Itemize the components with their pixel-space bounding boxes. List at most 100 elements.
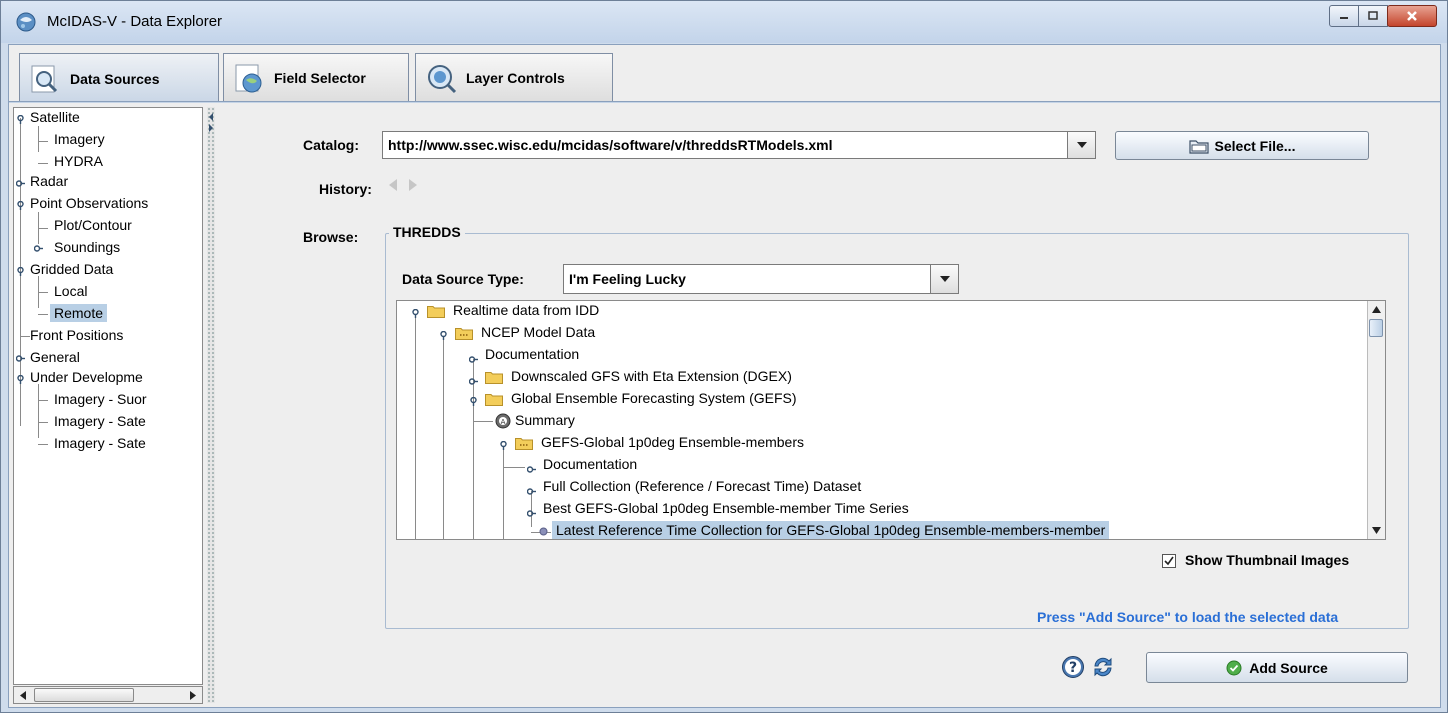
tab-label: Layer Controls (466, 69, 565, 86)
tree-connector (473, 359, 474, 539)
tab-field-selector[interactable]: Field Selector (223, 53, 409, 101)
tree-node-ncep-model-data[interactable]: NCEP Model Data (481, 323, 595, 341)
tree-expanded-handle-icon[interactable] (16, 267, 25, 276)
tree-connector (38, 228, 48, 229)
tree-connector (38, 292, 48, 293)
tree-collapsed-handle-icon[interactable] (34, 244, 43, 253)
tree-collapsed-handle-icon[interactable] (527, 487, 536, 496)
maximize-icon (1368, 11, 1378, 20)
tree-collapsed-handle-icon[interactable] (16, 179, 25, 188)
tree-expanded-handle-icon[interactable] (439, 331, 448, 340)
tree-node-gefs-ensemble-members[interactable]: GEFS-Global 1p0deg Ensemble-members (541, 433, 804, 451)
tree-node-gefs-documentation[interactable]: Documentation (543, 455, 637, 473)
catalog-folder-icon (515, 438, 533, 450)
tree-node-latest-reference-time[interactable]: Latest Reference Time Collection for GEF… (552, 521, 1110, 539)
mcidas-app-icon (16, 12, 36, 32)
tree-collapsed-handle-icon[interactable] (469, 355, 478, 364)
select-file-label: Select File... (1214, 137, 1296, 154)
tree-item-point-observations[interactable]: Point Observations (30, 194, 148, 212)
data-source-type-dropdown-button[interactable] (930, 265, 958, 293)
data-source-type-combobox[interactable]: I'm Feeling Lucky (563, 264, 959, 294)
maximize-button[interactable] (1358, 5, 1388, 27)
tree-item-front-positions[interactable]: Front Positions (30, 326, 123, 344)
tree-item-remote[interactable]: Remote (50, 304, 108, 322)
help-icon[interactable]: ? (1061, 655, 1085, 679)
tree-node-full-collection[interactable]: Full Collection (Reference / Forecast Ti… (543, 477, 861, 495)
magnifier-globe-icon (428, 64, 457, 93)
tree-item-radar[interactable]: Radar (30, 172, 68, 190)
tree-connector (20, 336, 30, 337)
title-bar[interactable]: McIDAS-V - Data Explorer (1, 1, 1447, 43)
summary-info-icon: A (495, 413, 511, 429)
tree-item-satellite[interactable]: Satellite (30, 108, 80, 126)
tree-item-imagery-satellite-2[interactable]: Imagery - Sate (54, 434, 146, 452)
add-source-button[interactable]: Add Source (1146, 652, 1408, 683)
tree-collapsed-handle-icon[interactable] (527, 509, 536, 518)
tree-node-dgex[interactable]: Downscaled GFS with Eta Extension (DGEX) (511, 367, 792, 385)
history-forward-arrow-icon[interactable] (407, 178, 419, 192)
splitter-collapse-arrows-icon[interactable] (207, 111, 215, 135)
catalog-folder-icon (455, 328, 473, 340)
scroll-left-arrow-icon[interactable] (18, 690, 28, 701)
tree-collapsed-handle-icon[interactable] (16, 354, 25, 363)
catalog-dropdown-button[interactable] (1067, 132, 1095, 158)
scroll-thumb[interactable] (1369, 319, 1383, 337)
catalog-combobox[interactable]: http://www.ssec.wisc.edu/mcidas/software… (382, 131, 1096, 159)
show-thumbnails-checkbox[interactable] (1162, 554, 1176, 568)
tree-connector (473, 421, 493, 422)
tree-item-under-development[interactable]: Under Developme (30, 368, 143, 386)
tree-connector (38, 384, 39, 438)
tree-node-documentation[interactable]: Documentation (485, 345, 579, 363)
pane-splitter[interactable] (207, 107, 215, 703)
checkmark-icon (1164, 556, 1174, 566)
tab-layer-controls[interactable]: Layer Controls (415, 53, 613, 101)
tree-node-gefs[interactable]: Global Ensemble Forecasting System (GEFS… (511, 389, 797, 407)
scroll-thumb[interactable] (34, 688, 134, 702)
tree-item-hydra[interactable]: HYDRA (54, 152, 103, 170)
data-source-type-label: Data Source Type: (402, 271, 524, 287)
tree-expanded-handle-icon[interactable] (16, 201, 25, 210)
chevron-down-icon (1076, 142, 1087, 148)
tree-node-best-time-series[interactable]: Best GEFS-Global 1p0deg Ensemble-member … (543, 499, 909, 517)
scroll-right-arrow-icon[interactable] (188, 690, 198, 701)
thredds-catalog-tree[interactable]: Realtime data from IDD NCEP Model Data D… (396, 300, 1386, 540)
minimize-button[interactable] (1329, 5, 1359, 27)
tree-expanded-handle-icon[interactable] (16, 375, 25, 384)
data-source-category-tree[interactable]: Satellite Imagery HYDRA Radar Point Obse… (13, 107, 203, 685)
tree-collapsed-handle-icon[interactable] (469, 377, 478, 386)
tree-item-soundings[interactable]: Soundings (54, 238, 120, 256)
tree-item-imagery-satellite-1[interactable]: Imagery - Sate (54, 412, 146, 430)
tree-node-summary[interactable]: Summary (515, 411, 575, 429)
tree-item-gridded-data[interactable]: Gridded Data (30, 260, 113, 278)
history-back-arrow-icon[interactable] (387, 178, 399, 192)
scroll-up-arrow-icon[interactable] (1371, 305, 1382, 314)
tree-connector (503, 467, 525, 468)
tree-expanded-handle-icon[interactable] (499, 441, 508, 450)
tree-expanded-handle-icon[interactable] (16, 115, 25, 124)
window-title: McIDAS-V - Data Explorer (47, 13, 223, 30)
tree-connector (443, 337, 444, 539)
tree-item-imagery-suomi[interactable]: Imagery - Suor (54, 390, 147, 408)
tree-connector (38, 444, 48, 445)
close-button[interactable] (1387, 5, 1437, 27)
show-thumbnails-label[interactable]: Show Thumbnail Images (1185, 552, 1349, 568)
tree-expanded-handle-icon[interactable] (411, 309, 420, 318)
tree-collapsed-handle-icon[interactable] (527, 465, 536, 474)
tree-item-general[interactable]: General (30, 348, 80, 366)
explorer-client-area: Data Sources Field Selector Layer Contro… (8, 44, 1441, 708)
tree-expanded-handle-icon[interactable] (469, 397, 478, 406)
scroll-down-arrow-icon[interactable] (1371, 526, 1382, 535)
tab-label: Field Selector (274, 69, 366, 86)
add-source-hint: Press "Add Source" to load the selected … (1037, 609, 1339, 625)
data-source-type-value: I'm Feeling Lucky (569, 271, 686, 287)
refresh-icon[interactable] (1091, 655, 1115, 679)
tab-data-sources[interactable]: Data Sources (19, 53, 219, 103)
tree-item-local[interactable]: Local (54, 282, 87, 300)
tree-node-realtime-idd[interactable]: Realtime data from IDD (453, 301, 599, 319)
tree-connector (415, 315, 416, 539)
select-file-button[interactable]: Select File... (1115, 131, 1369, 160)
tree-item-imagery[interactable]: Imagery (54, 130, 105, 148)
tree-item-plot-contour[interactable]: Plot/Contour (54, 216, 132, 234)
left-tree-horizontal-scrollbar[interactable] (13, 686, 203, 704)
thredds-tree-vertical-scrollbar[interactable] (1367, 301, 1385, 539)
